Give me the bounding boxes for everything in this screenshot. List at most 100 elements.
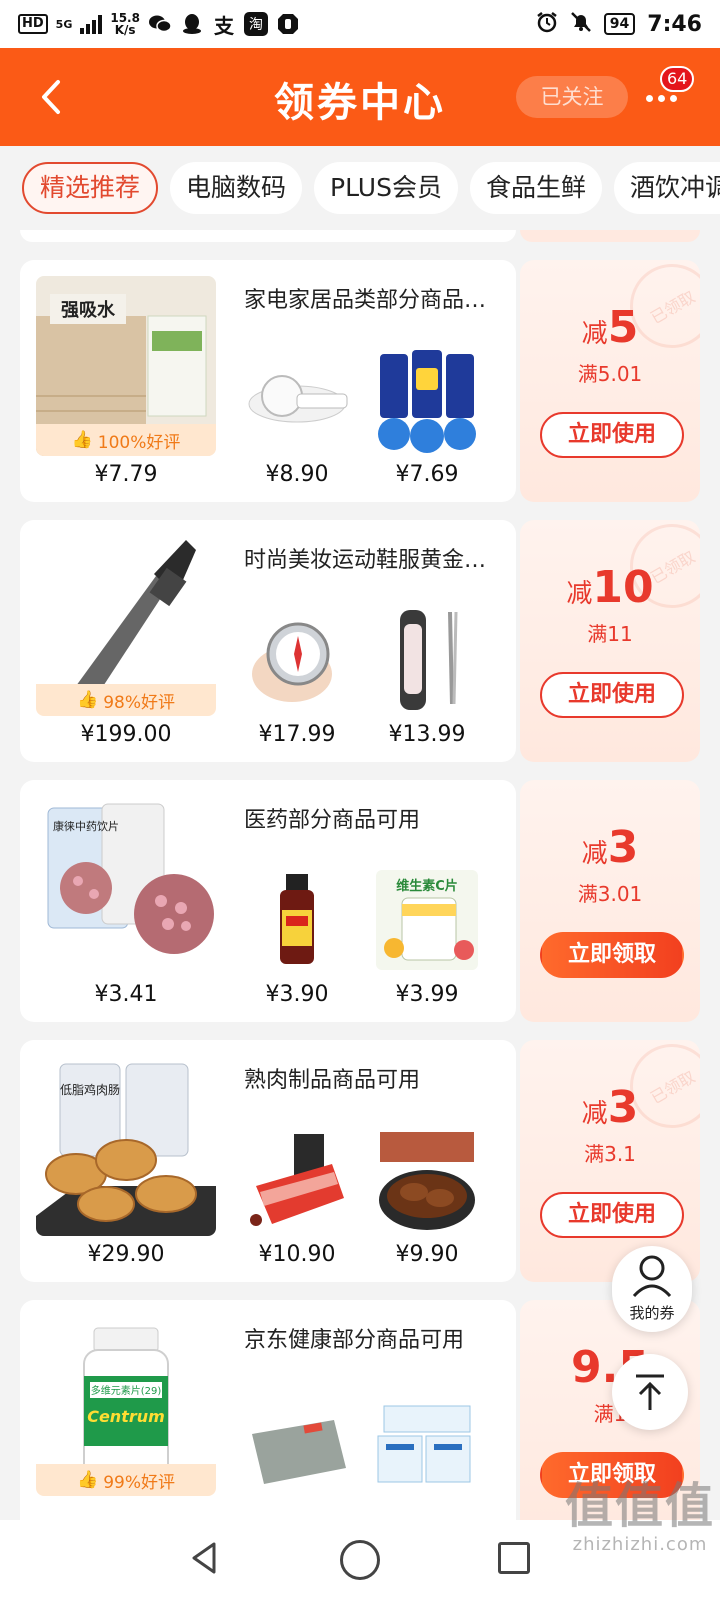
rating-text: 100%好评 [97, 432, 181, 453]
alipay-icon: 支 [213, 13, 234, 38]
more-dot-icon [657, 94, 665, 102]
watermark-logo: 值值值 [564, 1478, 715, 1534]
tab-plus-member[interactable]: PLUS会员 [314, 162, 458, 214]
product-image[interactable] [242, 604, 352, 714]
product-image[interactable] [242, 344, 352, 454]
use-now-button[interactable]: 立即使用 [540, 412, 684, 458]
product-price: ¥199.00 [80, 722, 172, 747]
battery-indicator: 94 [603, 13, 636, 35]
coupon-amount: 减3 [520, 1082, 700, 1133]
coupon-title: 熟肉制品商品可用 [244, 1068, 421, 1093]
amount-prefix: 减 [566, 579, 593, 609]
person-icon [632, 1255, 672, 1298]
coupon-amount: 减3 [520, 822, 700, 873]
amount-value: 10 [592, 562, 654, 613]
coupon-products[interactable]: 👍 98%好评 ¥199.00 时尚美妆运动鞋服黄金部分商品可用 ¥17.99 … [20, 520, 516, 762]
coupon-title: 家电家居品类部分商品可用 [244, 288, 504, 313]
image-caption: 康徕中药饮片 [53, 819, 119, 833]
coupon-value-panel: 减3 满3.01 立即领取 [520, 780, 700, 1022]
arrow-up-icon [636, 1374, 664, 1410]
nav-home-icon[interactable] [340, 1540, 380, 1580]
follow-button[interactable]: 已关注 [516, 76, 628, 118]
watermark-url: zhizhizhi.com [572, 1534, 708, 1555]
header: 领券中心 已关注 64 [0, 48, 720, 146]
back-to-top-button[interactable] [612, 1354, 688, 1430]
product-price: ¥29.90 [87, 1242, 165, 1267]
rating-badge: 👍 100%好评 [36, 424, 216, 456]
amount-prefix: 减 [581, 1099, 608, 1129]
product-image[interactable]: 多维元素片(29) Centrum 👍 99%好评 [36, 1316, 216, 1496]
hd-indicator: HD [18, 14, 48, 34]
product-price: ¥17.99 [258, 722, 336, 747]
nav-recents-icon[interactable] [498, 1542, 530, 1574]
coupon-products[interactable]: 低脂鸡肉肠 ¥29.90 熟肉制品商品可用 ¥10.90 ¥9.90 [20, 1040, 516, 1282]
image-caption: 维生素C片 [396, 878, 458, 894]
tab-fresh-food[interactable]: 食品生鲜 [469, 162, 602, 214]
product-image[interactable] [242, 1384, 352, 1494]
tab-featured[interactable]: 精选推荐 [22, 162, 159, 214]
amount-value: 3 [607, 822, 639, 873]
tab-computers-digital[interactable]: 电脑数码 [170, 162, 303, 214]
coupon-amount: 减5 [520, 302, 700, 353]
coupon-title: 京东健康部分商品可用 [244, 1328, 465, 1353]
message-count-badge: 64 [660, 66, 695, 92]
wechat-icon [148, 12, 172, 36]
mute-icon [570, 11, 592, 38]
product-image[interactable] [372, 344, 482, 454]
coupon-card[interactable]: 强吸水 👍 100%好评 ¥7.79 家电家居品类部分商品可用 ¥8.90 ¥7… [20, 260, 700, 502]
coupon-products[interactable]: 强吸水 👍 100%好评 ¥7.79 家电家居品类部分商品可用 ¥8.90 ¥7… [20, 260, 516, 502]
product-image[interactable]: 👍 98%好评 [36, 536, 216, 716]
status-left: HD 5G 15.8 K/s 支 淘 [18, 12, 300, 38]
product-price: ¥7.79 [94, 462, 158, 487]
image-brand: Centrum [87, 1407, 165, 1426]
coupon-condition: 满5.01 [577, 362, 643, 386]
product-image[interactable] [372, 1384, 482, 1494]
product-price: ¥13.99 [388, 722, 466, 747]
my-coupons-button[interactable]: 我的券 [612, 1246, 692, 1332]
product-price: ¥7.69 [395, 462, 459, 487]
claim-now-button[interactable]: 立即领取 [540, 932, 684, 978]
coupon-list[interactable]: 强吸水 👍 100%好评 ¥7.79 家电家居品类部分商品可用 ¥8.90 ¥7… [0, 230, 720, 1520]
coupon-card[interactable]: 康徕中药饮片 ¥3.41 医药部分商品可用 ¥3.90 维生素C片 ¥3.99 … [20, 780, 700, 1022]
coupon-products[interactable]: 康徕中药饮片 ¥3.41 医药部分商品可用 ¥3.90 维生素C片 ¥3.99 [20, 780, 516, 1022]
amount-prefix: 减 [581, 319, 608, 349]
product-image[interactable]: 维生素C片 [372, 864, 482, 974]
use-now-button[interactable]: 立即使用 [540, 1192, 684, 1238]
coupon-condition: 满3.01 [577, 882, 643, 906]
coupon-card[interactable]: 低脂鸡肉肠 ¥29.90 熟肉制品商品可用 ¥10.90 ¥9.90 已领取 减… [20, 1040, 700, 1282]
amount-prefix: 减 [581, 839, 608, 869]
coupon-products[interactable]: 多维元素片(29) Centrum 👍 99%好评 京东健康部分商品可用 [20, 1300, 516, 1520]
use-now-button[interactable]: 立即使用 [540, 672, 684, 718]
product-image[interactable] [372, 604, 482, 714]
product-image[interactable] [242, 864, 352, 974]
product-image[interactable] [372, 1124, 482, 1234]
coupon-condition: 满3.1 [584, 1142, 636, 1166]
more-dot-icon [669, 94, 677, 102]
alarm-icon [536, 11, 558, 38]
product-price: ¥3.90 [265, 982, 329, 1007]
qq-icon [180, 12, 204, 36]
amount-value: 3 [607, 1082, 639, 1133]
product-price: ¥9.90 [395, 1242, 459, 1267]
product-price: ¥3.99 [395, 982, 459, 1007]
product-image[interactable]: 强吸水 👍 100%好评 [36, 276, 216, 456]
amount-value: 5 [607, 302, 639, 353]
rating-badge: 👍 99%好评 [36, 1464, 216, 1496]
status-right: 94 7:46 [536, 11, 702, 38]
coupon-card[interactable]: 👍 98%好评 ¥199.00 时尚美妆运动鞋服黄金部分商品可用 ¥17.99 … [20, 520, 700, 762]
product-price: ¥10.90 [258, 1242, 336, 1267]
tab-drinks[interactable]: 酒饮冲调 [613, 162, 720, 214]
product-image[interactable] [242, 1124, 352, 1234]
coupon-amount: 减10 [520, 562, 700, 613]
product-image[interactable]: 康徕中药饮片 [36, 796, 216, 976]
coupon-value-panel: 已领取 减10 满11 立即使用 [520, 520, 700, 762]
nav-back-icon[interactable] [188, 1538, 220, 1578]
coupon-title: 时尚美妆运动鞋服黄金部分商品可用 [244, 548, 504, 573]
hand-icon [276, 12, 300, 36]
thumbs-up-icon: 👍 [77, 690, 99, 710]
product-image[interactable]: 低脂鸡肉肠 [36, 1056, 216, 1236]
network-type: 5G [55, 17, 73, 31]
thumbs-up-icon: 👍 [77, 1470, 99, 1490]
speed-unit: K/s [114, 23, 136, 37]
coupon-center-page: HD 5G 15.8 K/s 支 淘 94 7:46 领券中心 已关注 64 精… [0, 0, 720, 1600]
